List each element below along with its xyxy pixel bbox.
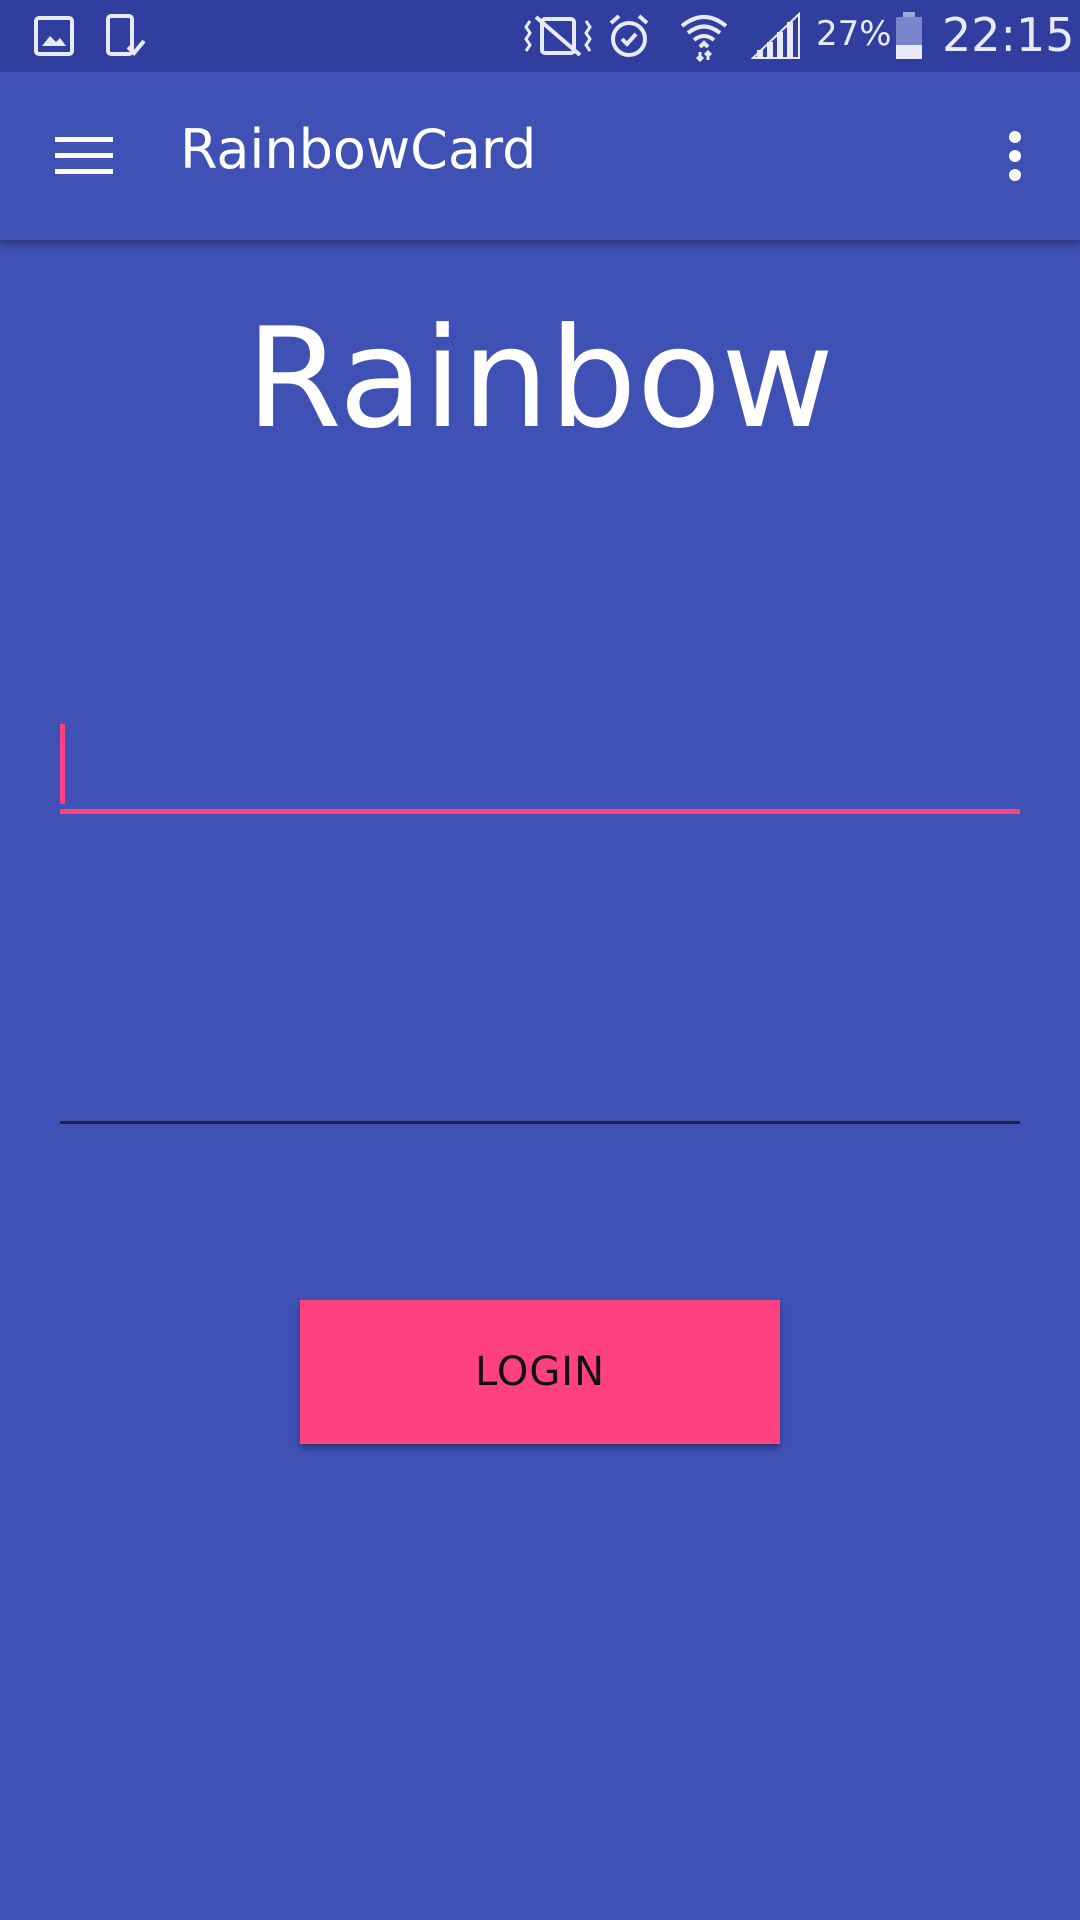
hamburger-menu-icon[interactable] xyxy=(40,116,128,196)
clock: 22:15 xyxy=(942,8,1075,62)
text-cursor xyxy=(60,724,65,804)
wifi-icon xyxy=(678,12,730,62)
phone-check-icon xyxy=(102,12,150,60)
first-input[interactable] xyxy=(60,724,1020,814)
signal-icon xyxy=(750,12,802,60)
alarm-icon xyxy=(604,12,654,60)
first-text-field xyxy=(60,724,1020,814)
app-title: RainbowCard xyxy=(180,118,537,181)
battery-percent: 27% xyxy=(816,14,892,54)
app-bar: RainbowCard xyxy=(0,72,1080,240)
second-input-underline xyxy=(60,1121,1020,1124)
vibrate-off-icon xyxy=(520,12,596,60)
image-icon xyxy=(30,12,78,60)
second-text-field xyxy=(60,1034,1020,1124)
battery-icon xyxy=(892,12,926,60)
logo-text: Rainbow xyxy=(245,298,835,459)
second-input[interactable] xyxy=(60,1034,1020,1124)
first-input-underline xyxy=(60,809,1020,814)
login-button[interactable]: LOGIN xyxy=(300,1300,780,1444)
more-vert-icon[interactable] xyxy=(990,116,1040,196)
status-bar: 27% 22:15 xyxy=(0,0,1080,72)
